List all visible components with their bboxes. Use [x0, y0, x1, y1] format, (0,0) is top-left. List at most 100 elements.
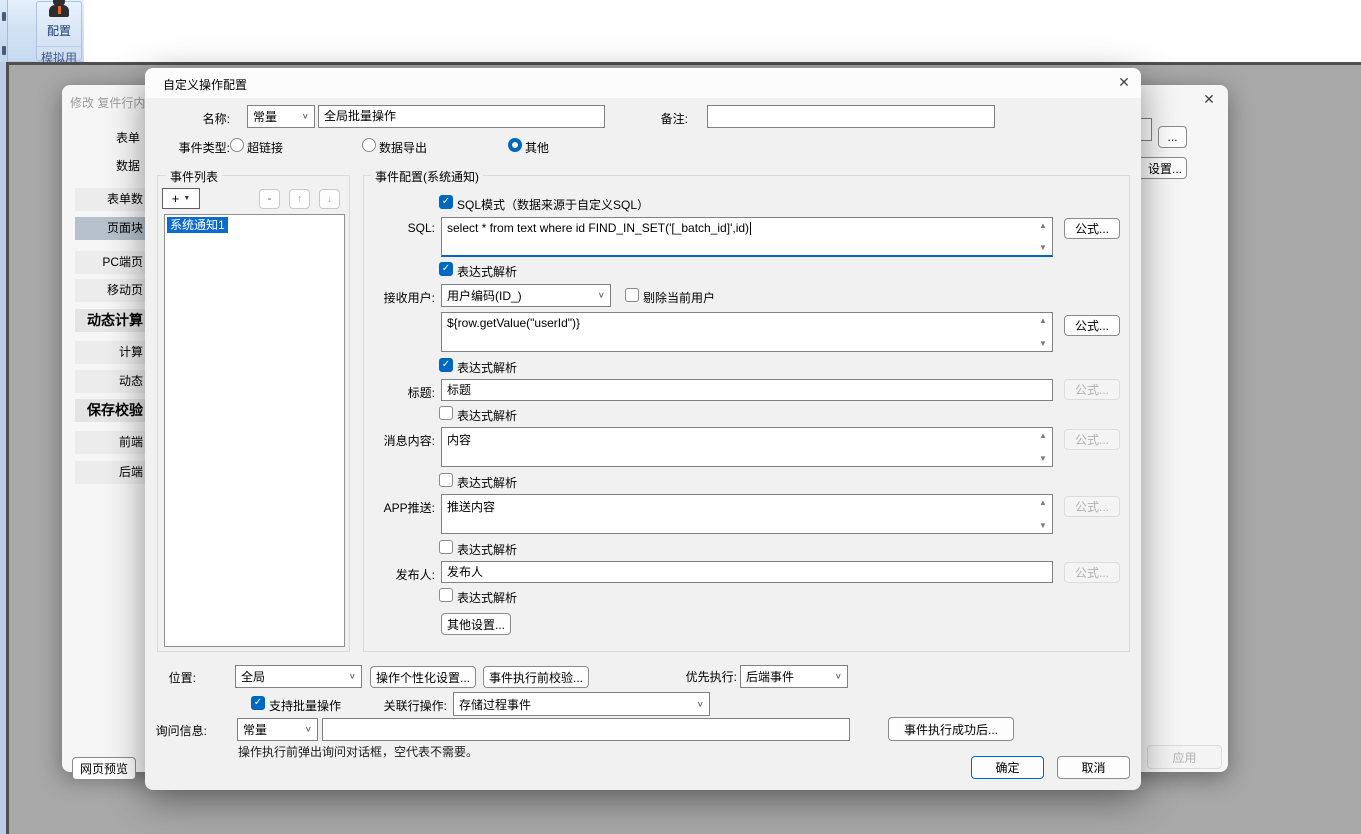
exclude-current-user-checkbox[interactable]: ✓	[625, 288, 639, 302]
app-push-expr-checkbox[interactable]: ✓	[439, 540, 453, 554]
scroll-down-icon[interactable]: ▼	[1037, 521, 1049, 530]
top-bar: 配置 模拟用户	[0, 0, 1361, 62]
app-push-textarea[interactable]: 推送内容 ▲ ▼	[441, 494, 1053, 534]
app-push-expr-label[interactable]: 表达式解析	[457, 541, 517, 558]
receiver-expr-label[interactable]: 表达式解析	[457, 359, 517, 376]
remove-icon: -	[268, 193, 272, 205]
menu-arrow-icon: ▼	[183, 195, 190, 202]
ask-type-select[interactable]: 常量 ∨	[237, 718, 318, 741]
ask-type-value: 常量	[243, 721, 302, 738]
window-close-icon[interactable]: ✕	[1200, 91, 1218, 109]
scroll-down-icon[interactable]: ▼	[1037, 243, 1049, 252]
receiver-label: 接收用户:	[368, 289, 435, 306]
priority-select[interactable]: 后端事件 ∨	[740, 665, 848, 688]
other-settings-button[interactable]: 其他设置...	[441, 613, 511, 635]
receiver-textarea[interactable]: ${row.getValue("userId")} ▲ ▼	[441, 312, 1053, 352]
move-down-button[interactable]: ↓	[319, 189, 340, 209]
sidebar-header-save-check[interactable]: 保存校验	[75, 399, 145, 422]
sql-expr-label[interactable]: 表达式解析	[457, 263, 517, 280]
sql-formula-button[interactable]: 公式...	[1064, 218, 1120, 239]
cancel-button[interactable]: 取消	[1057, 756, 1130, 779]
config-button[interactable]: 配置	[37, 2, 81, 46]
scroll-up-icon[interactable]: ▲	[1037, 498, 1049, 507]
receiver-expr-checkbox[interactable]: ✓	[439, 358, 453, 372]
related-action-select[interactable]: 存储过程事件 ∨	[453, 692, 710, 716]
sql-expr-checkbox[interactable]: ✓	[439, 262, 453, 276]
receiver-formula-button[interactable]: 公式...	[1064, 315, 1120, 336]
title-expr-label[interactable]: 表达式解析	[457, 407, 517, 424]
scroll-down-icon[interactable]: ▼	[1037, 339, 1049, 348]
chevron-down-icon: ∨	[835, 672, 842, 681]
sidebar-item-form[interactable]: 表单	[62, 127, 142, 150]
radio-other[interactable]	[508, 138, 522, 152]
sidebar-item-mobile-page[interactable]: 移动页	[75, 279, 145, 302]
sidebar-item-backend[interactable]: 后端	[75, 461, 145, 484]
message-formula-button[interactable]: 公式...	[1064, 429, 1120, 450]
publisher-expr-label[interactable]: 表达式解析	[457, 589, 517, 606]
sidebar-item-calc[interactable]: 计算	[75, 341, 145, 364]
list-item[interactable]: 系统通知1	[167, 217, 228, 233]
sql-textarea[interactable]: select * from text where id FIND_IN_SET(…	[441, 217, 1053, 257]
sidebar-item-data[interactable]: 数据	[62, 155, 142, 178]
batch-support-label[interactable]: 支持批量操作	[269, 697, 341, 714]
event-type-label: 事件类型:	[155, 139, 230, 156]
sidebar-item-dynamic[interactable]: 动态	[75, 370, 145, 393]
sidebar-item-page-block[interactable]: 页面块	[75, 217, 145, 240]
sidebar-header-dynamic-calc[interactable]: 动态计算	[75, 309, 145, 332]
more-button[interactable]: ...	[1158, 126, 1187, 148]
name-input[interactable]: 全局批量操作	[318, 105, 605, 128]
custom-action-dialog: 自定义操作配置 ✕ 名称: 常量 ∨ 全局批量操作 备注: 事件类型: 超链接 …	[145, 68, 1141, 790]
sql-mode-label[interactable]: SQL模式（数据来源于自定义SQL）	[457, 196, 649, 213]
name-type-select[interactable]: 常量 ∨	[247, 105, 315, 128]
chevron-down-icon: ∨	[305, 725, 312, 734]
radio-other-label[interactable]: 其他	[525, 139, 549, 156]
radio-data-export[interactable]	[362, 138, 376, 152]
publisher-input[interactable]: 发布人	[441, 561, 1053, 583]
scroll-up-icon[interactable]: ▲	[1037, 431, 1049, 440]
app-push-value: 推送内容	[447, 498, 1032, 515]
title-expr-checkbox[interactable]: ✓	[439, 406, 453, 420]
remark-label: 备注:	[625, 110, 688, 127]
pre-check-button[interactable]: 事件执行前校验...	[483, 666, 589, 688]
position-value: 全局	[241, 668, 346, 685]
publisher-expr-checkbox[interactable]: ✓	[439, 588, 453, 602]
position-label: 位置:	[151, 669, 196, 686]
app-push-formula-button[interactable]: 公式...	[1064, 496, 1120, 517]
radio-hyperlink-label[interactable]: 超链接	[247, 139, 283, 156]
ok-button[interactable]: 确定	[971, 756, 1044, 779]
dialog-close-icon[interactable]: ✕	[1115, 74, 1133, 92]
window-title: 修改 复件行内5	[70, 94, 150, 111]
exclude-current-user-label[interactable]: 剔除当前用户	[643, 289, 715, 306]
sidebar-item-pc-page[interactable]: PC端页	[75, 251, 145, 274]
apply-button[interactable]: 应用	[1147, 745, 1222, 769]
sql-mode-checkbox[interactable]: ✓	[439, 195, 453, 209]
scroll-up-icon[interactable]: ▲	[1037, 221, 1049, 230]
ask-info-input[interactable]	[322, 718, 850, 741]
title-input[interactable]: 标题	[441, 379, 1053, 401]
title-formula-button[interactable]: 公式...	[1064, 379, 1120, 400]
message-expr-checkbox[interactable]: ✓	[439, 473, 453, 487]
message-expr-label[interactable]: 表达式解析	[457, 474, 517, 491]
add-event-button[interactable]: + ▼	[162, 188, 200, 209]
scroll-up-icon[interactable]: ▲	[1037, 316, 1049, 325]
event-listbox[interactable]: 系统通知1	[164, 214, 345, 647]
message-textarea[interactable]: 内容 ▲ ▼	[441, 427, 1053, 467]
radio-hyperlink[interactable]	[230, 138, 244, 152]
success-after-button[interactable]: 事件执行成功后...	[888, 717, 1014, 741]
position-select[interactable]: 全局 ∨	[235, 665, 362, 688]
batch-support-checkbox[interactable]: ✓	[251, 696, 265, 710]
move-up-button[interactable]: ↑	[289, 189, 310, 209]
personalize-settings-button[interactable]: 操作个性化设置...	[370, 666, 476, 688]
web-preview-button[interactable]: 网页预览	[72, 757, 136, 780]
remove-event-button[interactable]: -	[259, 189, 280, 209]
remark-input[interactable]	[707, 105, 995, 128]
title-label: 标题:	[368, 384, 435, 401]
radio-data-export-label[interactable]: 数据导出	[379, 139, 427, 156]
sidebar-item-form-count[interactable]: 表单数	[75, 188, 145, 211]
scroll-down-icon[interactable]: ▼	[1037, 454, 1049, 463]
receiver-type-select[interactable]: 用户编码(ID_) ∨	[441, 284, 611, 307]
sidebar: 表单 数据 表单数 页面块 PC端页 移动页 动态计算 计算 动态 保存校验 前…	[62, 123, 145, 583]
sidebar-item-frontend[interactable]: 前端	[75, 431, 145, 454]
ask-info-label: 询问信息:	[151, 722, 207, 739]
publisher-formula-button[interactable]: 公式...	[1064, 562, 1120, 583]
